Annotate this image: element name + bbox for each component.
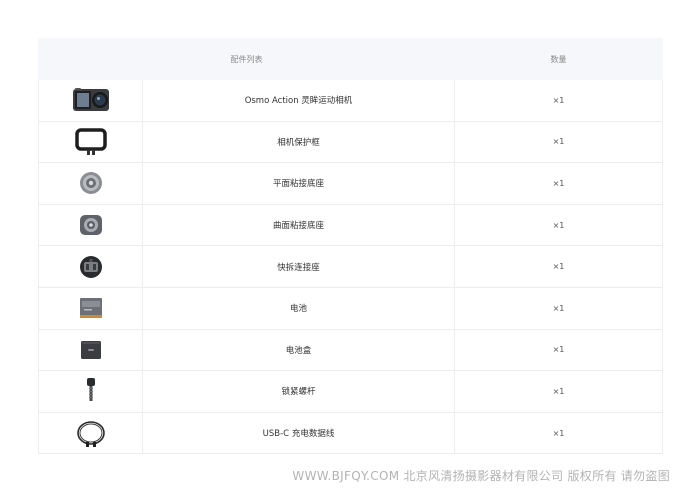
header-accessory-list: 配件列表 [38, 38, 455, 80]
curved-adhesive-mount-icon [79, 215, 102, 236]
row-name: 平面粘接底座 [142, 162, 455, 205]
row-image-cell [38, 411, 143, 455]
row-quantity: ×1 [454, 79, 663, 122]
header-quantity: 数量 [454, 38, 663, 80]
row-name: 锁紧螺杆 [142, 370, 455, 413]
row-image-cell [38, 328, 143, 372]
row-image-cell [38, 286, 143, 330]
battery-icon [79, 298, 102, 319]
table-row: 快拆连接座 ×1 [38, 245, 663, 288]
table-row: USB-C 充电数据线 ×1 [38, 411, 663, 455]
accessories-table: 配件列表 数量 Osmo Action 灵眸运动相机 ×1 相机保护框 ×1 平… [38, 38, 663, 455]
row-name: Osmo Action 灵眸运动相机 [142, 79, 455, 122]
table-row: 电池 ×1 [38, 286, 663, 330]
row-quantity: ×1 [454, 328, 663, 372]
table-row: 曲面粘接底座 ×1 [38, 203, 663, 247]
table-row: 锁紧螺杆 ×1 [38, 370, 663, 413]
copyright-watermark: WWW.BJFQY.COM 北京风清扬摄影器材有限公司 版权所有 请勿盗图 [292, 469, 670, 483]
row-name: 相机保护框 [142, 120, 455, 164]
table-header-row: 配件列表 数量 [38, 38, 663, 80]
quick-release-base-icon [79, 255, 102, 278]
row-name: 曲面粘接底座 [142, 203, 455, 247]
row-quantity: ×1 [454, 286, 663, 330]
row-image-cell [38, 245, 143, 288]
usb-c-cable-icon [76, 421, 105, 448]
table-row: Osmo Action 灵眸运动相机 ×1 [38, 79, 663, 122]
table-row: 电池盒 ×1 [38, 328, 663, 372]
row-name: 快拆连接座 [142, 245, 455, 288]
table-row: 相机保护框 ×1 [38, 120, 663, 164]
row-image-cell [38, 203, 143, 247]
row-image-cell [38, 120, 143, 164]
row-image-cell [38, 162, 143, 205]
row-image-cell [38, 79, 143, 122]
row-quantity: ×1 [454, 245, 663, 288]
flat-adhesive-mount-icon [79, 172, 102, 195]
locking-screw-icon [86, 378, 95, 402]
row-quantity: ×1 [454, 120, 663, 164]
row-name: 电池 [142, 286, 455, 330]
protective-frame-icon [74, 128, 107, 155]
row-image-cell [38, 370, 143, 413]
battery-case-icon [80, 340, 101, 359]
row-quantity: ×1 [454, 203, 663, 247]
row-quantity: ×1 [454, 162, 663, 205]
row-name: 电池盒 [142, 328, 455, 372]
row-quantity: ×1 [454, 411, 663, 455]
row-name: USB-C 充电数据线 [142, 411, 455, 455]
row-quantity: ×1 [454, 370, 663, 413]
table-row: 平面粘接底座 ×1 [38, 162, 663, 205]
camera-icon [72, 88, 109, 112]
